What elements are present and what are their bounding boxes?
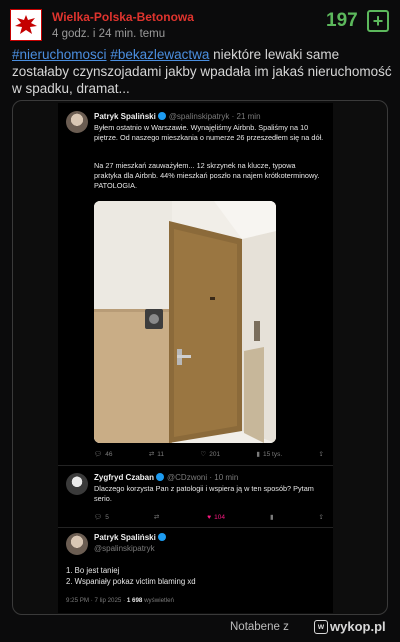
retweet-icon: ⇄ [148,451,155,458]
reply-count: 5 [105,513,109,521]
views-button[interactable]: ▮ 15 tys. [256,450,283,459]
tweet2-handle: @CDzwoni · 10 min [167,473,239,482]
tweet3-line-1: 1. Bo jest taniej [66,566,120,575]
reply-icon: 💬︎ [94,514,103,521]
wykop-logo-text: wykop.pl [330,619,386,634]
share-icon: ⇪ [318,451,324,458]
verified-icon [156,473,165,481]
tweet-thread: Patryk Spaliński @spalinskipatryk · 21 mi… [58,103,333,613]
doorway-photo [94,201,276,443]
verified-icon [157,533,166,541]
like-count: 201 [209,450,221,458]
author-name[interactable]: Wielka-Polska-Betonowa [52,10,194,24]
author-avatar[interactable] [10,9,42,41]
like-count: 104 [214,513,225,521]
reply-icon: 💬︎ [94,451,103,458]
tweet-avatar [66,533,88,555]
reply-button[interactable]: 💬︎ 46 [94,450,113,459]
tag-bekazlewactwa[interactable]: #bekazlewactwa [110,47,209,62]
tweet1-paragraph-1: Byłem ostatnio w Warszawie. Wynajęliśmy … [94,123,324,142]
heart-icon: ♡ [200,451,207,458]
tweet2-header: Zygfryd Czaban @CDzwoni · 10 min [94,473,238,482]
tweet3-name: Patryk Spaliński [94,533,156,542]
reply-count: 46 [105,450,113,458]
tweet2-name: Zygfryd Czaban [94,473,155,482]
retweet-button[interactable]: ⇄ 11 [148,450,165,459]
tweet3-views-suffix: wyświetleń [142,597,174,604]
verified-icon [157,112,166,120]
tweet-avatar [66,473,88,495]
wykop-logo[interactable]: w wykop.pl [314,619,386,634]
tweet2-text: Dlaczego korzysta Pan z patologii i wspi… [94,484,314,503]
tweet1-paragraph-2: Na 27 mieszkań zauważyłem... 12 skrzynek… [94,161,320,190]
tweet3-handle: @spalinskipatryk [94,544,155,553]
retweet-icon: ⇄ [153,514,160,521]
share-icon: ⇪ [318,514,324,521]
divider [58,527,333,528]
tag-nieruchomosci[interactable]: #nieruchomosci [12,47,107,62]
like-button[interactable]: ♡ 201 [200,450,221,459]
views-button[interactable]: ▮ [270,513,274,521]
views-icon: ▮ [269,514,274,521]
footer-user[interactable]: Notabene z [230,621,289,633]
tweet1-handle: @spalinskipatryk · 21 min [168,112,261,121]
tweet3-view-count: 1 698 [126,597,143,604]
post-page: Wielka-Polska-Betonowa 4 godz. i 24 min.… [0,0,400,642]
share-button[interactable]: ⇪ [319,450,324,458]
reply-button[interactable]: 💬︎ 5 [94,513,109,522]
views-icon: ▮ [256,451,260,458]
tweet3-time: 9:25 PM · 7 lip 2025 · [66,597,127,604]
share-button[interactable]: ⇪ [319,513,324,521]
retweet-count: 11 [157,450,165,458]
wykop-w-icon: w [314,619,328,634]
tweet-photo [94,201,276,443]
upvote-button[interactable]: + [367,10,389,32]
retweet-button[interactable]: ⇄ [154,513,162,521]
tweet1-header: Patryk Spaliński @spalinskipatryk · 21 mi… [94,112,261,121]
tweet3-name-row: Patryk Spaliński [94,533,166,542]
vote-count: 197 [326,10,358,31]
tweet3-meta: 9:25 PM · 7 lip 2025 · 1 698 wyświetleń [66,597,174,604]
like-button[interactable]: ♥ 104 [207,513,225,521]
divider [58,465,333,466]
post-body: #nieruchomosci #bekazlewactwa niektóre l… [12,46,392,97]
tweet1-name: Patryk Spaliński [94,112,156,121]
heart-filled-icon: ♥ [207,513,212,521]
plus-icon: + [372,11,384,31]
tweet1-actions: 💬︎ 46 ⇄ 11 ♡ 201 ▮ 15 tys. ⇪ [94,450,324,459]
eagle-emblem-icon [15,15,37,34]
tweet3-line-2: 2. Wspaniały pokaz victim blaming xd [66,577,196,586]
tweet2-actions: 💬︎ 5 ⇄ ♥ 104 ▮ ⇪ [94,513,324,522]
post-time: 4 godz. i 24 min. temu [52,28,166,40]
tweet-avatar [66,111,88,133]
views-count: 15 tys. [263,450,283,458]
